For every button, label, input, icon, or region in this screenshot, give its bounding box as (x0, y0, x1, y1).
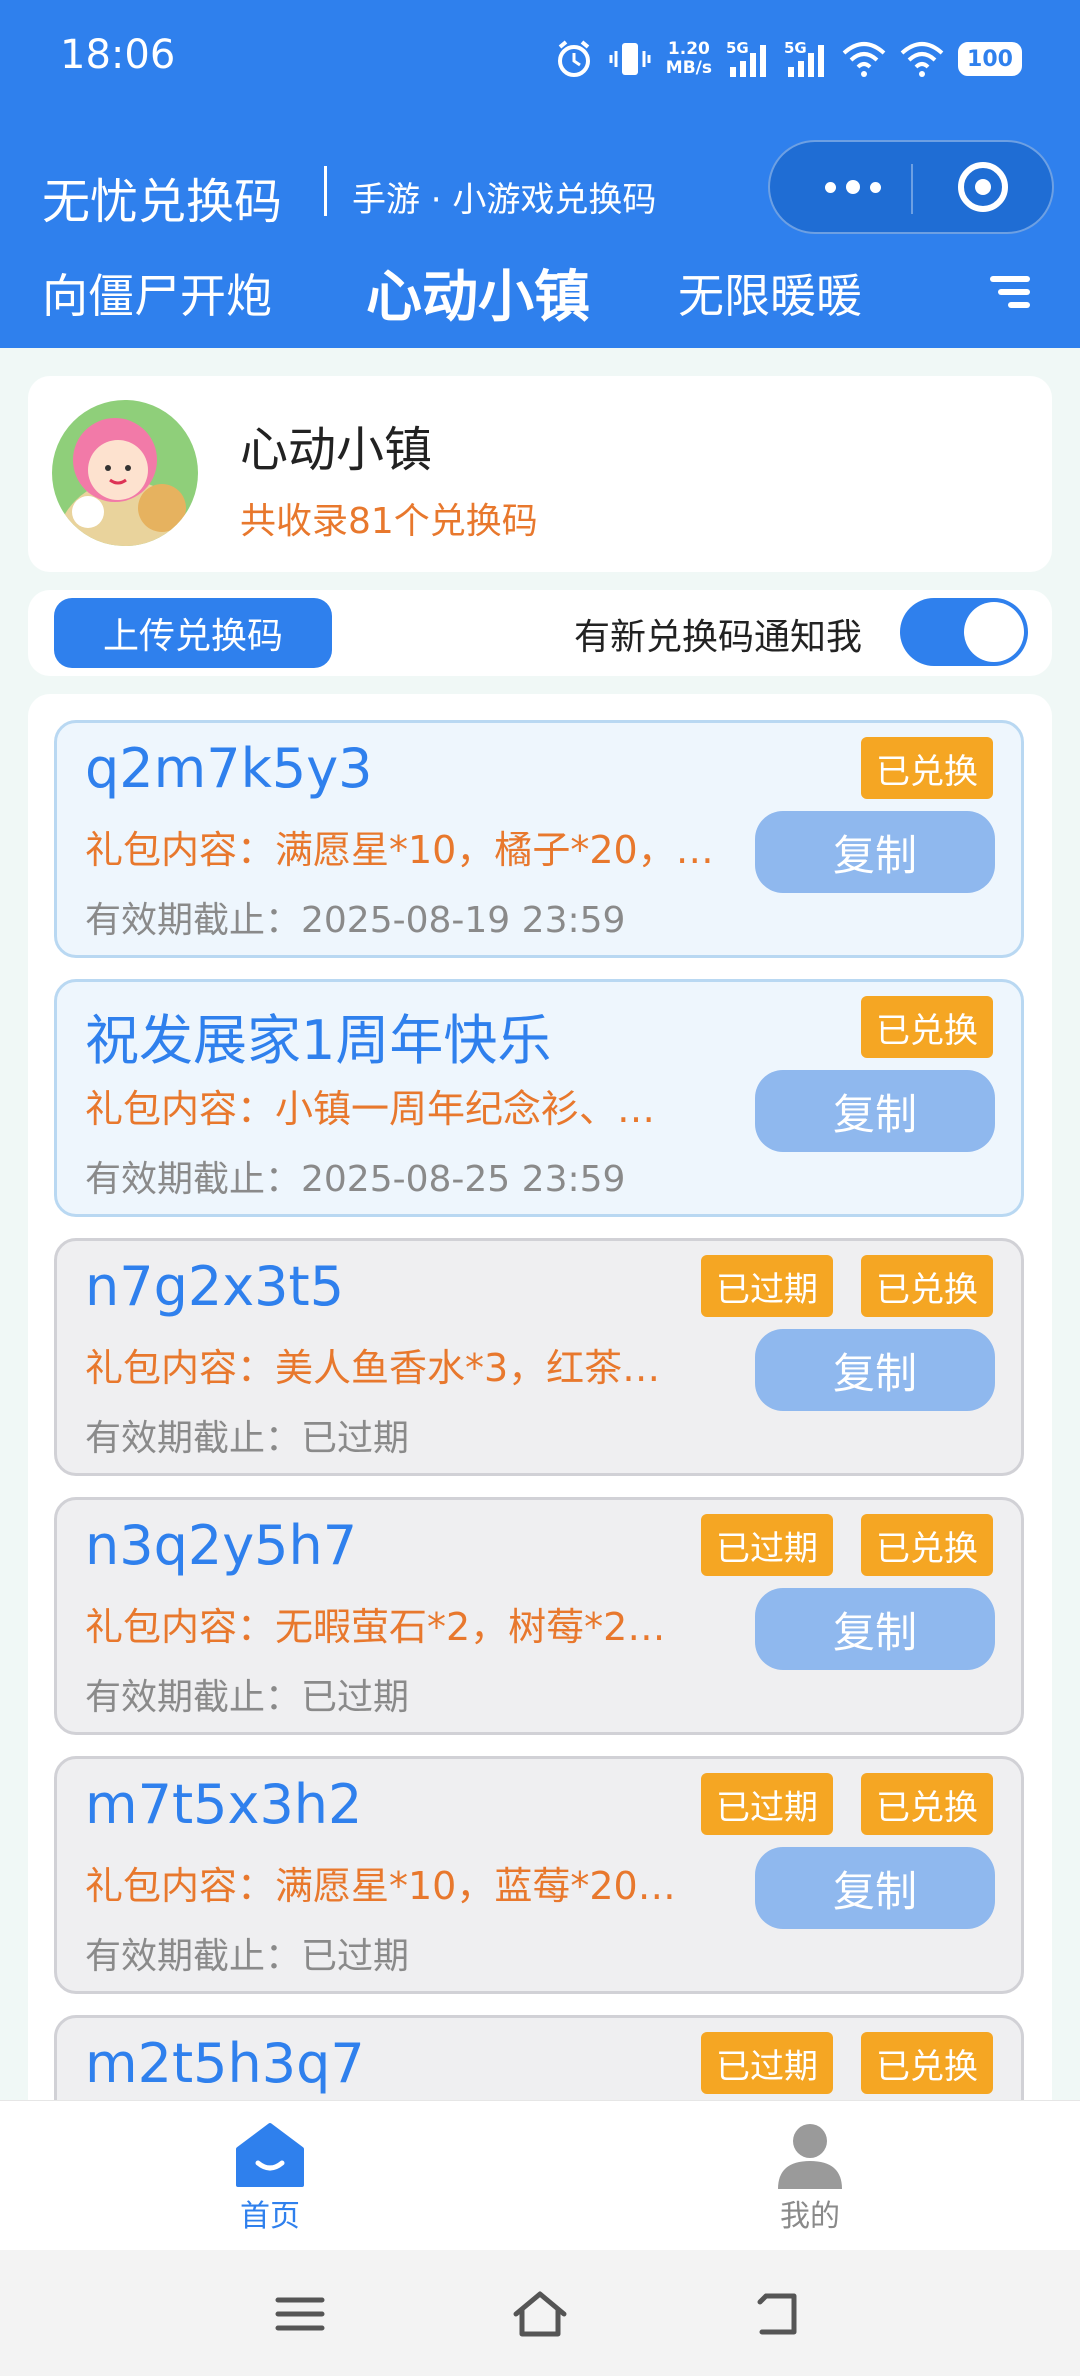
redeemed-badge: 已兑换 (861, 2032, 993, 2094)
gift-content: 礼包内容：满愿星*10，蓝莓*20… (85, 1864, 676, 1908)
code-value: n7g2x3t5 (85, 1255, 345, 1318)
signal-bars-icon (788, 45, 824, 77)
tab-game-2[interactable]: 心动小镇 (366, 252, 590, 333)
battery-icon: 100 (958, 42, 1022, 76)
redeemed-badge: 已兑换 (861, 996, 993, 1058)
filter-menu-icon[interactable] (990, 276, 1030, 310)
upload-code-button[interactable]: 上传兑换码 (54, 598, 332, 668)
status-bar: 18:06 1.20 MB/s 5G 5G 100 (0, 0, 1080, 120)
expired-badge: 已过期 (701, 1514, 833, 1576)
copy-button[interactable]: 复制 (755, 1588, 995, 1670)
bottom-nav: 首页 我的 (0, 2100, 1080, 2251)
tab-game-3[interactable]: 无限暖暖 (678, 260, 862, 326)
copy-button[interactable]: 复制 (755, 1070, 995, 1152)
code-value: 祝发展家1周年快乐 (85, 1009, 552, 1072)
more-icon[interactable] (808, 162, 898, 212)
title-divider (324, 166, 327, 216)
game-tabs: 向僵尸开炮 心动小镇 无限暖暖 (0, 250, 1080, 340)
expire-date: 有效期截止：已过期 (85, 1418, 410, 1459)
home-nav-icon[interactable] (510, 2284, 570, 2344)
code-card: n7g2x3t5 已过期 已兑换 礼包内容：美人鱼香水*3，红茶… 复制 有效期… (54, 1238, 1024, 1476)
redeemed-badge: 已兑换 (861, 737, 993, 799)
gift-content: 礼包内容：满愿星*10，橘子*20，… (85, 828, 714, 872)
status-icons: 1.20 MB/s 5G 5G 100 (554, 34, 1022, 84)
nav-home[interactable]: 首页 (170, 2101, 370, 2251)
app-title: 无忧兑换码 (42, 174, 283, 230)
system-nav-bar (0, 2250, 1080, 2376)
expire-date: 有效期截止：已过期 (85, 1677, 410, 1718)
expire-date: 有效期截止：已过期 (85, 1936, 410, 1977)
home-icon (236, 2123, 304, 2187)
code-value: q2m7k5y3 (85, 737, 373, 800)
code-card: 祝发展家1周年快乐 已兑换 礼包内容：小镇一周年纪念衫、… 复制 有效期截止：2… (54, 979, 1024, 1217)
app-subtitle: 手游 · 小游戏兑换码 (352, 180, 657, 220)
code-card: m2t5h3q7 已过期 已兑换 (54, 2015, 1024, 2100)
signal-bars-icon (730, 45, 766, 77)
code-value: m7t5x3h2 (85, 1773, 363, 1836)
code-card: m7t5x3h2 已过期 已兑换 礼包内容：满愿星*10，蓝莓*20… 复制 有… (54, 1756, 1024, 1994)
game-name: 心动小镇 (240, 422, 433, 478)
signal-5g-2: 5G (784, 39, 828, 79)
redeemed-badge: 已兑换 (861, 1773, 993, 1835)
wifi-icon (842, 42, 886, 77)
alarm-icon (557, 40, 590, 77)
tab-game-1[interactable]: 向僵尸开炮 (42, 260, 272, 326)
user-icon (778, 2124, 842, 2189)
gift-content: 礼包内容：美人鱼香水*3，红茶… (85, 1346, 661, 1390)
expired-badge: 已过期 (701, 1255, 833, 1317)
game-info-card: 心动小镇 共收录81个兑换码 (28, 376, 1052, 572)
nav-mine-label: 我的 (780, 2199, 840, 2234)
expired-badge: 已过期 (701, 2032, 833, 2094)
expire-date: 有效期截止：2025-08-25 23:59 (85, 1159, 626, 1200)
signal-5g-1: 5G (726, 39, 770, 79)
redeemed-badge: 已兑换 (861, 1514, 993, 1576)
menu-icon[interactable] (270, 2284, 330, 2344)
code-count: 共收录81个兑换码 (240, 501, 538, 542)
notify-label: 有新兑换码通知我 (574, 617, 863, 658)
close-target-icon[interactable] (958, 162, 1008, 212)
vibrate-icon (609, 43, 651, 75)
gift-content: 礼包内容：小镇一周年纪念衫、… (85, 1087, 656, 1131)
wifi-icon (900, 42, 944, 77)
code-list: q2m7k5y3 已兑换 礼包内容：满愿星*10，橘子*20，… 复制 有效期截… (28, 694, 1052, 2100)
notify-toggle[interactable] (900, 598, 1028, 666)
copy-button[interactable]: 复制 (755, 1329, 995, 1411)
app-header: 18:06 1.20 MB/s 5G 5G 100 无忧兑换码 手游 · 小游戏… (0, 0, 1080, 348)
copy-button[interactable]: 复制 (755, 1847, 995, 1929)
nav-mine[interactable]: 我的 (710, 2101, 910, 2251)
nav-home-label: 首页 (240, 2199, 300, 2234)
code-value: m2t5h3q7 (85, 2032, 365, 2095)
net-speed: 1.20 MB/s (665, 39, 712, 78)
action-row: 上传兑换码 有新兑换码通知我 (28, 590, 1052, 676)
copy-button[interactable]: 复制 (755, 811, 995, 893)
status-time: 18:06 (60, 32, 176, 78)
code-card: n3q2y5h7 已过期 已兑换 礼包内容：无暇萤石*2，树莓*2… 复制 有效… (54, 1497, 1024, 1735)
expired-badge: 已过期 (701, 1773, 833, 1835)
title-row: 无忧兑换码 手游 · 小游戏兑换码 (0, 140, 1080, 240)
capsule-divider (911, 164, 913, 214)
expire-date: 有效期截止：2025-08-19 23:59 (85, 900, 626, 941)
code-card: q2m7k5y3 已兑换 礼包内容：满愿星*10，橘子*20，… 复制 有效期截… (54, 720, 1024, 958)
toggle-knob (964, 602, 1024, 662)
gift-content: 礼包内容：无暇萤石*2，树莓*2… (85, 1605, 666, 1649)
code-value: n3q2y5h7 (85, 1514, 358, 1577)
back-icon[interactable] (750, 2284, 810, 2344)
redeemed-badge: 已兑换 (861, 1255, 993, 1317)
game-avatar (52, 400, 198, 546)
miniprogram-capsule (768, 140, 1054, 234)
